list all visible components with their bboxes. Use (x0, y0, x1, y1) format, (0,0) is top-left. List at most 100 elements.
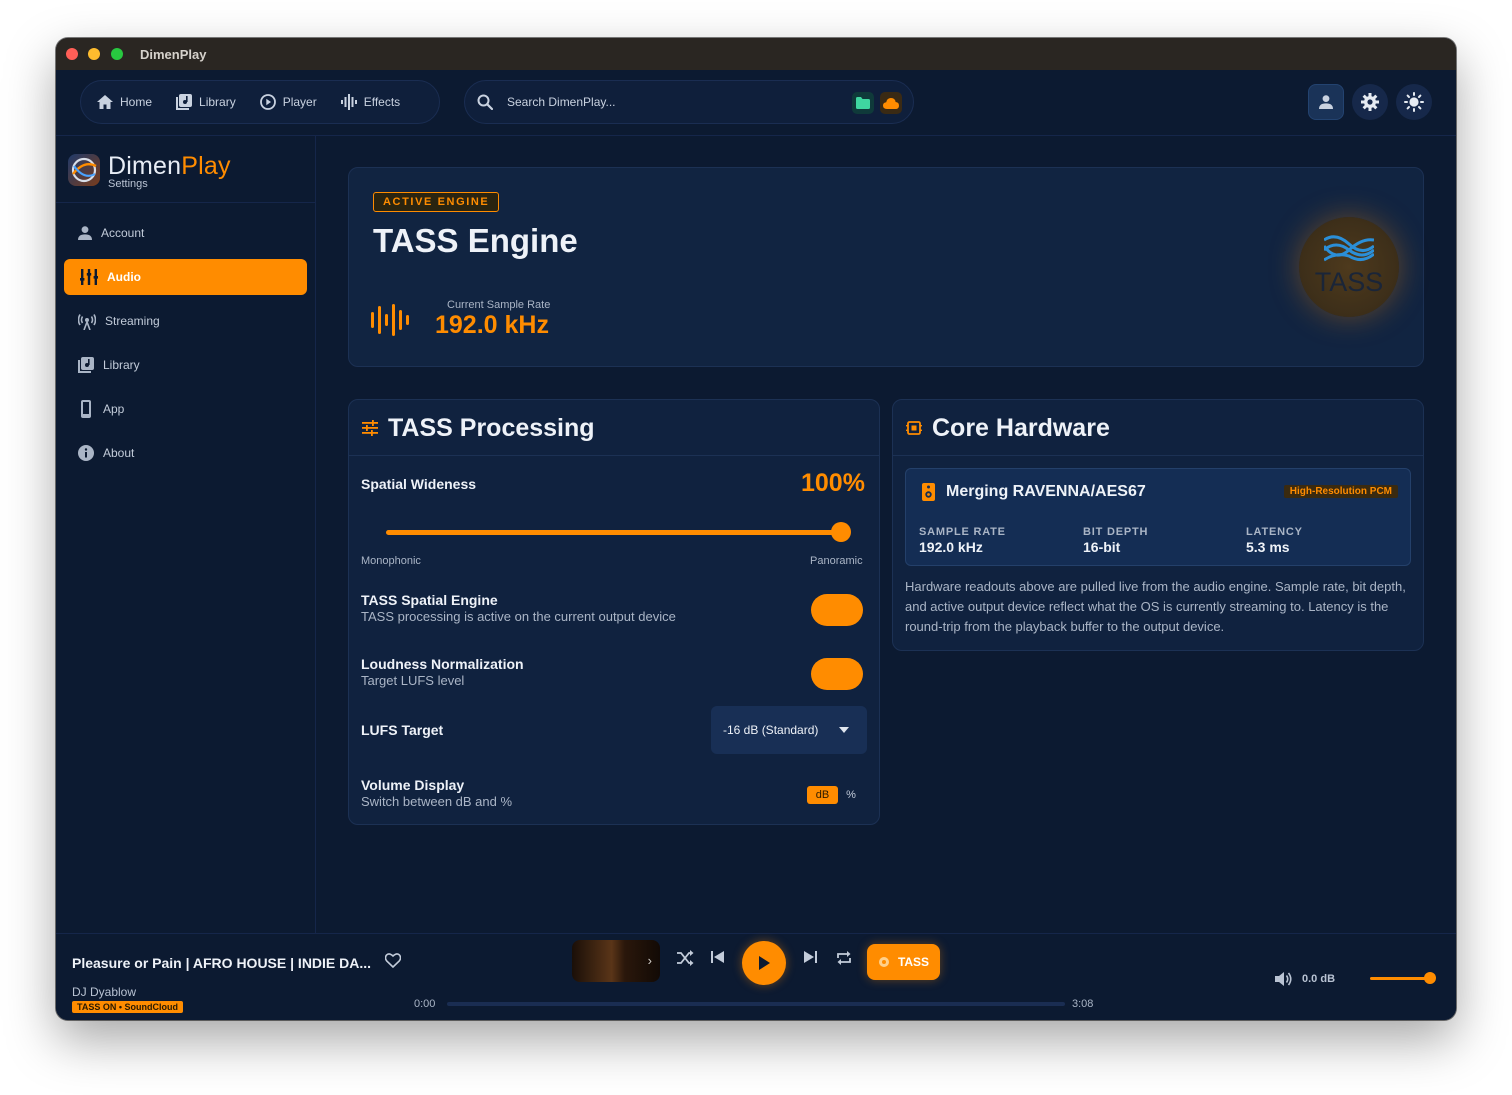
sidebar-item-streaming[interactable]: Streaming (64, 303, 307, 339)
album-art[interactable]: › (572, 940, 660, 982)
sidebar-item-app[interactable]: App (64, 391, 307, 427)
tass-logo-text: TASS (1314, 267, 1384, 297)
volume-slider-thumb[interactable] (1424, 972, 1436, 984)
slider-min-label: Monophonic (361, 555, 421, 567)
main-nav: Home Library Player Effects (80, 80, 440, 124)
slider-thumb[interactable] (831, 522, 851, 542)
format-badge: High-Resolution PCM (1283, 485, 1398, 498)
device-name: Merging RAVENNA/AES67 (946, 483, 1146, 500)
shuffle-icon[interactable] (676, 949, 694, 967)
library-icon (78, 357, 94, 373)
brand: DimenPlay Settings (68, 150, 316, 202)
loudness-label: Loudness Normalization (361, 656, 524, 672)
zoom-window-button[interactable] (111, 48, 123, 60)
local-files-button[interactable] (852, 92, 874, 114)
settings-button[interactable] (1352, 84, 1388, 120)
volume-display-description: Switch between dB and % (361, 794, 513, 809)
cloud-button[interactable] (880, 92, 902, 114)
time-current: 0:00 (414, 998, 436, 1010)
search-icon (477, 94, 493, 110)
latency-key: LATENCY (1246, 526, 1303, 538)
sample-rate-value: 192.0 kHz (919, 539, 983, 555)
nav-player[interactable]: Player (259, 94, 317, 110)
card-title: Core Hardware (932, 414, 1110, 442)
chevron-down-icon (839, 727, 849, 733)
play-button[interactable] (742, 941, 786, 985)
nav-home-label: Home (120, 95, 153, 109)
spatial-wideness-label: Spatial Wideness (361, 476, 477, 492)
tass-dot-icon (878, 957, 889, 967)
volume-unit-percent[interactable]: % (844, 786, 858, 804)
sidebar-item-label: Streaming (105, 314, 160, 328)
nav-effects-label: Effects (363, 95, 401, 109)
engine-title: TASS Engine (373, 222, 578, 259)
brand-subtitle: Settings (108, 178, 148, 190)
loudness-toggle[interactable] (811, 658, 863, 690)
spatial-engine-toggle[interactable] (811, 594, 863, 626)
app-logo (68, 154, 100, 186)
repeat-icon[interactable] (835, 949, 853, 967)
hardware-note: Hardware readouts above are pulled live … (905, 579, 1406, 634)
volume-unit-db[interactable]: dB (807, 786, 838, 804)
tune-icon (362, 420, 378, 436)
core-hardware-card: Core Hardware Merging RAVENNA/AES67 High… (892, 399, 1424, 651)
person-icon (78, 226, 92, 240)
active-engine-card: ACTIVE ENGINE TASS Engine Current Sample… (348, 167, 1424, 367)
app-window: DimenPlay Home Library Player Effects Se… (56, 38, 1456, 1020)
lufs-target-value: -16 dB (Standard) (723, 723, 819, 737)
previous-icon[interactable] (710, 949, 726, 965)
tass-toggle-button[interactable]: TASS (867, 944, 940, 980)
play-icon (759, 956, 770, 970)
loudness-description: Target LUFS level (361, 673, 465, 688)
chevron-right-icon: › (647, 953, 652, 968)
nav-effects[interactable]: Effects (340, 94, 401, 110)
brand-name-play: Play (181, 152, 231, 180)
tass-button-label: TASS (897, 955, 930, 969)
top-navigation: Home Library Player Effects (56, 70, 1456, 136)
close-window-button[interactable] (66, 48, 78, 60)
nav-player-label: Player (282, 95, 317, 109)
sample-rate-key: SAMPLE RATE (919, 526, 1006, 538)
volume-display-label: Volume Display (361, 777, 465, 793)
nav-library-label: Library (199, 95, 236, 109)
tass-processing-card: TASS Processing Spatial Wideness 100% Mo… (348, 399, 880, 825)
nav-library[interactable]: Library (176, 94, 236, 110)
profile-button[interactable] (1308, 84, 1344, 120)
sidebar-item-account[interactable]: Account (64, 215, 307, 251)
chip-icon (906, 421, 922, 435)
minimize-window-button[interactable] (88, 48, 100, 60)
sidebar-item-audio[interactable]: Audio (64, 259, 307, 295)
spatial-wideness-value: 100% (801, 469, 865, 497)
window-title: DimenPlay (140, 47, 207, 62)
volume-slider[interactable] (1370, 977, 1430, 980)
bit-depth-key: BIT DEPTH (1083, 526, 1149, 538)
speaker-icon (922, 483, 935, 501)
theme-toggle-button[interactable] (1396, 84, 1432, 120)
slider-max-label: Panoramic (810, 555, 863, 567)
waveform-icon (371, 304, 409, 336)
tass-status-badge: TASS ON • SoundCloud (72, 1001, 183, 1013)
next-icon[interactable] (802, 949, 818, 965)
waveform-icon (340, 94, 357, 110)
heart-icon[interactable] (385, 953, 401, 968)
lufs-target-label: LUFS Target (361, 722, 444, 738)
lufs-target-select[interactable]: -16 dB (Standard) (711, 706, 867, 754)
volume-icon[interactable] (1275, 971, 1293, 987)
sample-rate-value: 192.0 kHz (435, 311, 549, 339)
card-header: Core Hardware (893, 400, 1423, 456)
nav-home[interactable]: Home (97, 95, 152, 109)
sample-rate-label: Current Sample Rate (447, 299, 551, 311)
folder-icon (856, 97, 870, 109)
play-circle-icon (259, 94, 276, 110)
spatial-wideness-slider[interactable] (386, 530, 842, 535)
home-icon (97, 95, 113, 109)
seek-bar[interactable] (447, 1002, 1065, 1006)
sidebar-item-library[interactable]: Library (64, 347, 307, 383)
sidebar-item-label: About (103, 446, 135, 460)
search-input[interactable] (507, 95, 827, 109)
spatial-engine-label: TASS Spatial Engine (361, 592, 498, 608)
now-playing-artist: DJ Dyablow (72, 985, 137, 999)
search-bar (464, 80, 914, 124)
brand-name-dimen: Dimen (108, 152, 182, 180)
sidebar-item-about[interactable]: About (64, 435, 307, 471)
